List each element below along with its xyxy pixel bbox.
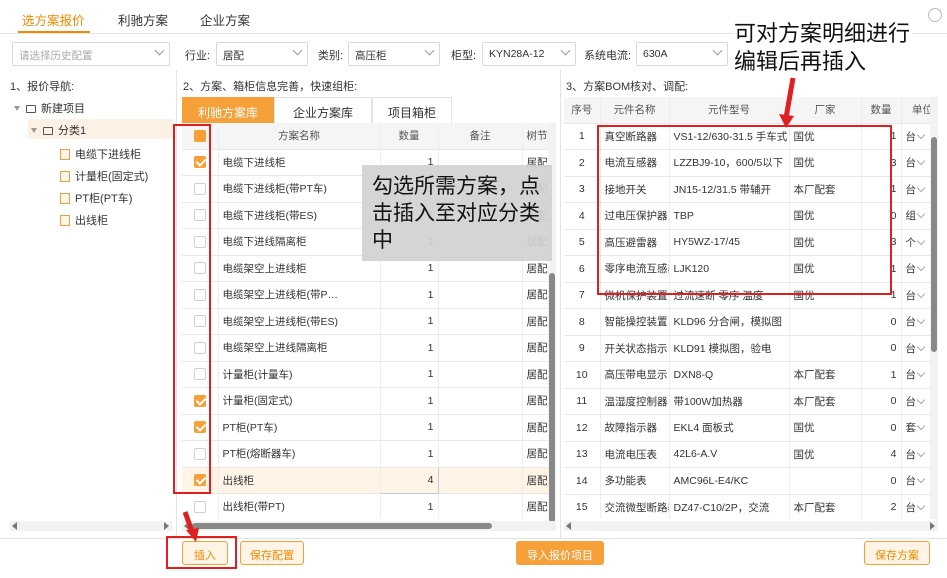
arrowhead — [779, 114, 794, 128]
arrowhead — [186, 528, 199, 542]
annotation-arrows — [182, 77, 796, 542]
arrow-to-bom — [783, 77, 796, 119]
